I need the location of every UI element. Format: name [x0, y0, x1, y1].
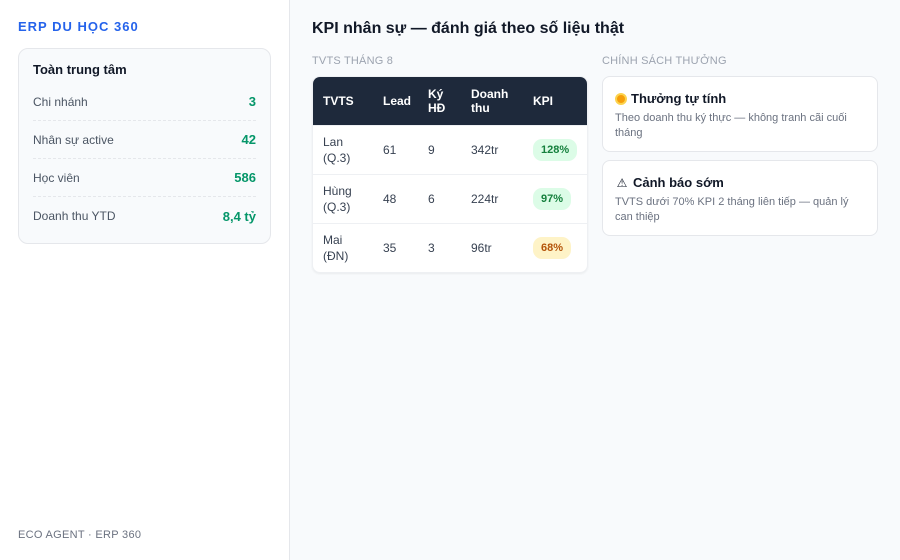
cell-lead: 35	[373, 222, 418, 272]
cell-name: Hùng (Q.3)	[313, 173, 373, 223]
policy-section-label: CHÍNH SÁCH THƯỞNG	[602, 55, 727, 67]
stat-row-branches: Chi nhánh 3	[33, 83, 256, 121]
page-title: KPI nhân sự — đánh giá theo số liệu thật	[312, 20, 625, 37]
policy-description: Theo doanh thu ký thực — không tranh cãi…	[615, 112, 847, 139]
cell-kpi: 128%	[523, 124, 587, 174]
policy-card-auto-bonus: Thưởng tự tính Theo doanh thu ký thực — …	[602, 76, 878, 152]
policy-title: Thưởng tự tính	[615, 91, 865, 106]
medal-icon	[615, 92, 627, 105]
policy-title-text: Cảnh báo sớm	[633, 175, 724, 190]
stat-row-revenue-ytd: Doanh thu YTD 8,4 tỷ	[33, 197, 256, 235]
kpi-badge: 68%	[533, 236, 572, 259]
sidebar-footer: ECO AGENT · ERP 360	[18, 529, 142, 541]
column-header-tvts[interactable]: TVTS	[313, 77, 373, 125]
kpi-badge: 97%	[533, 187, 572, 210]
cell-name: Mai (ĐN)	[313, 222, 373, 272]
table-row[interactable]: Hùng (Q.3) 48 6 224tr 97%	[313, 173, 587, 223]
cell-signed: 6	[418, 173, 461, 223]
column-header-revenue[interactable]: Doanh thu	[461, 77, 523, 125]
cell-lead: 48	[373, 173, 418, 223]
stat-value: 586	[234, 170, 256, 185]
brand-title: ERP DU HỌC 360	[18, 19, 139, 34]
cell-lead: 61	[373, 124, 418, 174]
table-row[interactable]: Lan (Q.3) 61 9 342tr 128%	[313, 124, 587, 174]
stat-row-students: Học viên 586	[33, 159, 256, 197]
stat-value: 8,4 tỷ	[222, 208, 256, 224]
table-row[interactable]: Mai (ĐN) 35 3 96tr 68%	[313, 222, 587, 272]
cell-revenue: 342tr	[461, 124, 523, 174]
cell-revenue: 224tr	[461, 173, 523, 223]
column-header-signed[interactable]: Ký HĐ	[418, 77, 461, 125]
stats-card-title: Toàn trung tâm	[33, 62, 127, 77]
stat-value: 3	[248, 94, 256, 109]
stats-card: Toàn trung tâm Chi nhánh 3 Nhân sự activ…	[18, 48, 271, 244]
cell-signed: 9	[418, 124, 461, 174]
cell-signed: 3	[418, 222, 461, 272]
stat-row-active-staff: Nhân sự active 42	[33, 121, 256, 159]
cell-kpi: 97%	[523, 173, 587, 223]
kpi-table-card: TVTS Lead Ký HĐ Doanh thu KPI Lan (Q.3) …	[312, 76, 588, 273]
column-header-lead[interactable]: Lead	[373, 77, 418, 125]
stat-label: Chi nhánh	[33, 94, 88, 109]
policy-title-text: Thưởng tự tính	[631, 91, 727, 106]
policy-card-early-warning: ⚠ Cảnh báo sớm TVTS dưới 70% KPI 2 tháng…	[602, 160, 878, 236]
warning-icon: ⚠	[616, 175, 628, 190]
kpi-badge: 128%	[533, 138, 578, 161]
policy-title: ⚠ Cảnh báo sớm	[615, 175, 865, 190]
column-header-kpi[interactable]: KPI	[523, 77, 587, 125]
sidebar: ERP DU HỌC 360 Toàn trung tâm Chi nhánh …	[0, 0, 290, 560]
table-header-row: TVTS Lead Ký HĐ Doanh thu KPI	[313, 77, 587, 125]
stat-label: Doanh thu YTD	[33, 209, 116, 223]
cell-revenue: 96tr	[461, 222, 523, 272]
kpi-table: TVTS Lead Ký HĐ Doanh thu KPI Lan (Q.3) …	[313, 77, 587, 272]
main-content: KPI nhân sự — đánh giá theo số liệu thật…	[290, 0, 900, 560]
policy-description: TVTS dưới 70% KPI 2 tháng liên tiếp — qu…	[615, 196, 849, 223]
table-section-label: TVTS THÁNG 8	[312, 55, 394, 67]
stat-value: 42	[241, 132, 256, 147]
stat-label: Nhân sự active	[33, 132, 114, 147]
cell-name: Lan (Q.3)	[313, 124, 373, 174]
stat-label: Học viên	[33, 170, 80, 185]
cell-kpi: 68%	[523, 222, 587, 272]
